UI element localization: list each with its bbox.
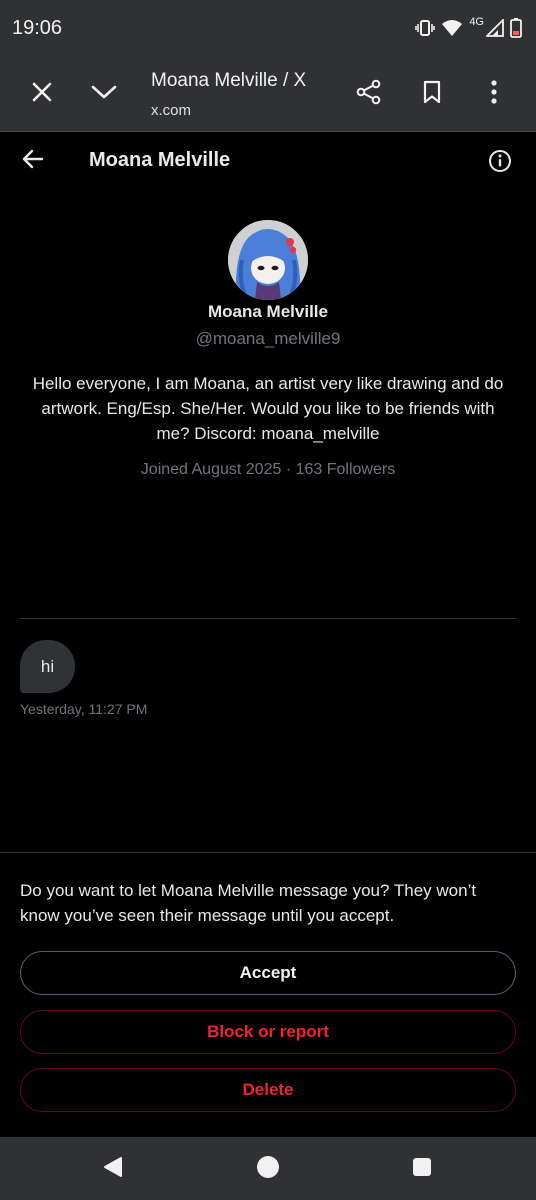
block-or-report-button[interactable]: Block or report [20, 1010, 516, 1054]
close-tab-button[interactable] [22, 74, 62, 114]
more-options-button[interactable] [474, 74, 514, 114]
accept-button[interactable]: Accept [20, 951, 516, 995]
battery-icon [510, 18, 522, 38]
browser-toolbar: Moana Melville / X x.com [0, 56, 536, 132]
minimize-tab-button[interactable] [84, 74, 124, 114]
signal-icon [486, 19, 504, 37]
conversation-header: Moana Melville [0, 132, 536, 192]
message-request-prompt: Do you want to let Moana Melville messag… [20, 881, 477, 925]
home-circle-icon [256, 1155, 280, 1184]
delete-button[interactable]: Delete [20, 1068, 516, 1112]
more-vert-icon [490, 79, 498, 109]
message-bubble[interactable]: hi [20, 640, 75, 693]
profile-handle[interactable]: @moana_melville9 [0, 329, 536, 349]
page-url: x.com [151, 102, 192, 119]
recents-square-icon [412, 1157, 432, 1182]
back-triangle-icon [102, 1156, 124, 1183]
status-time: 19:06 [12, 17, 63, 39]
profile-meta: Joined August 2025 · 163 Followers [0, 461, 536, 479]
system-nav-bar [0, 1137, 536, 1200]
share-icon [356, 79, 382, 110]
close-icon [31, 81, 53, 108]
meta-separator: · [285, 461, 292, 478]
nav-recents-button[interactable] [404, 1151, 440, 1187]
bookmark-icon [422, 80, 442, 109]
divider [20, 618, 516, 619]
message-timestamp: Yesterday, 11:27 PM [20, 701, 148, 717]
divider [0, 852, 536, 853]
page-title: Moana Melville / X [151, 70, 307, 91]
vibrate-icon [415, 19, 436, 37]
back-button[interactable] [16, 144, 50, 178]
conversation-info-button[interactable] [485, 148, 515, 178]
network-type-label: 4G [469, 16, 484, 28]
joined-date: Joined August 2025 [140, 461, 282, 478]
status-icons: 4G [415, 16, 522, 39]
followers-count[interactable]: 163 Followers [296, 461, 396, 478]
profile-name[interactable]: Moana Melville [0, 302, 536, 322]
wifi-icon [441, 19, 463, 37]
avatar[interactable] [228, 220, 308, 300]
profile-bio: Hello everyone, I am Moana, an artist ve… [32, 374, 504, 443]
nav-back-button[interactable] [95, 1151, 131, 1187]
nav-home-button[interactable] [250, 1151, 286, 1187]
status-bar: 19:06 4G [0, 0, 536, 56]
back-arrow-icon [22, 149, 44, 174]
chevron-down-icon [91, 84, 117, 105]
conversation-title: Moana Melville [89, 149, 231, 171]
share-button[interactable] [349, 74, 389, 114]
bookmark-button[interactable] [412, 74, 452, 114]
info-icon [488, 149, 512, 178]
